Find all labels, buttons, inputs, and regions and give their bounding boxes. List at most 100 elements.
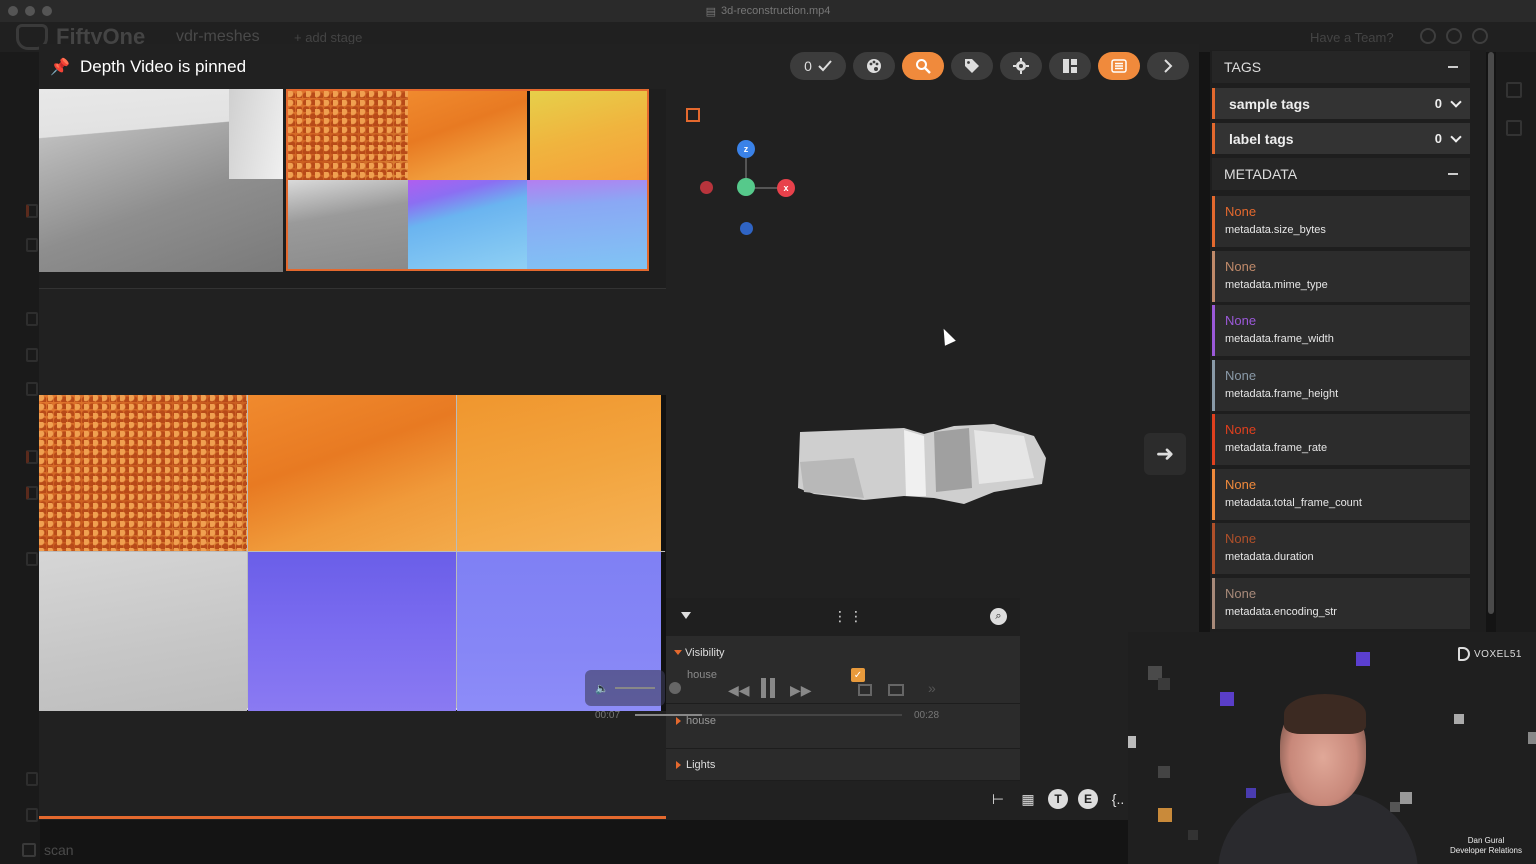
current-time: 00:07 xyxy=(595,710,621,721)
presenter-name-card: Dan Gural Developer Relations xyxy=(1449,836,1523,855)
metadata-value: None xyxy=(1225,422,1257,437)
pause-button[interactable] xyxy=(760,678,776,698)
expand-icon[interactable] xyxy=(676,761,681,769)
depth-video-player[interactable] xyxy=(39,395,667,711)
rgb-frame-thumbnail[interactable] xyxy=(39,89,283,272)
metadata-row[interactable]: None metadata.frame_rate xyxy=(1212,414,1470,465)
file-icon: ▤ xyxy=(705,5,716,18)
json-icon[interactable]: {.. xyxy=(1108,789,1128,809)
palette-icon xyxy=(867,59,881,73)
volume-control[interactable]: 🔈 xyxy=(585,670,681,706)
metadata-key: metadata.frame_width xyxy=(1225,333,1334,345)
visibility-section: Visibility house xyxy=(666,637,1020,704)
voxel51-logo-icon xyxy=(1458,647,1470,661)
presenter-hair xyxy=(1284,694,1366,734)
metadata-key: metadata.size_bytes xyxy=(1225,224,1326,236)
github-icon[interactable] xyxy=(1472,28,1488,44)
house-mesh[interactable] xyxy=(794,418,1048,506)
metadata-row[interactable]: None metadata.frame_height xyxy=(1212,360,1470,411)
chevron-down-icon[interactable] xyxy=(1450,130,1462,143)
slack-icon[interactable] xyxy=(1446,28,1462,44)
hierarchy-icon[interactable]: ⊢ xyxy=(988,789,1008,809)
modal-toolbar: 0 xyxy=(790,52,1189,80)
y-axis-icon[interactable] xyxy=(737,178,755,196)
collapse-icon[interactable] xyxy=(1448,66,1458,68)
add-stage-input[interactable]: + add stage xyxy=(294,30,362,45)
window-controls[interactable] xyxy=(8,6,52,16)
volume-knob[interactable] xyxy=(669,682,681,694)
collapse-icon[interactable] xyxy=(1448,173,1458,175)
search-scene-icon[interactable]: ⌕ xyxy=(990,608,1007,625)
label-tags-row[interactable]: label tags 0 xyxy=(1212,123,1470,154)
depth-smooth-view xyxy=(248,395,456,551)
pip-icon[interactable] xyxy=(888,684,904,696)
next-frame-icon[interactable]: » xyxy=(928,680,936,696)
depth-video-thumbnail[interactable] xyxy=(286,89,649,271)
neg-x-axis-icon[interactable] xyxy=(700,181,713,194)
metadata-value: None xyxy=(1225,586,1257,601)
neg-z-axis-icon[interactable] xyxy=(740,222,753,235)
select-checkbox[interactable] xyxy=(686,108,700,122)
settings-button[interactable] xyxy=(1000,52,1042,80)
sample-tags-row[interactable]: sample tags 0 xyxy=(1212,88,1470,119)
next-sample-button[interactable]: ➜ xyxy=(1144,433,1186,475)
metadata-row[interactable]: None metadata.total_frame_count xyxy=(1212,469,1470,520)
field-row-scan: scan xyxy=(22,838,272,862)
metadata-row[interactable]: None metadata.duration xyxy=(1212,523,1470,574)
layout-button[interactable] xyxy=(1049,52,1091,80)
pin-icon[interactable]: 📌 xyxy=(50,57,70,76)
collapse-icon[interactable] xyxy=(681,612,691,619)
seek-bar[interactable] xyxy=(635,714,902,716)
normal-cell xyxy=(527,180,647,269)
header-icons xyxy=(1420,28,1488,44)
field-checkbox xyxy=(26,238,38,252)
depth-cell xyxy=(527,91,647,180)
expand-icon[interactable] xyxy=(674,650,682,655)
chevron-down-icon[interactable] xyxy=(1450,95,1462,108)
volume-slider[interactable] xyxy=(615,687,655,689)
metadata-value: None xyxy=(1225,313,1257,328)
volume-icon: 🔈 xyxy=(595,683,609,695)
metadata-group-header[interactable]: METADATA xyxy=(1212,158,1470,190)
viewer-bottom-toolbar: ⊢ ▦ T E {.. xyxy=(988,789,1128,809)
theme-icon[interactable] xyxy=(1420,28,1436,44)
metadata-row[interactable]: None metadata.size_bytes xyxy=(1212,196,1470,247)
drag-handle-icon[interactable]: ⋮⋮ xyxy=(833,608,865,625)
have-team-link[interactable]: Have a Team? xyxy=(1310,30,1394,45)
metadata-key: metadata.duration xyxy=(1225,551,1314,563)
depth-cell xyxy=(407,91,528,180)
grid-icon[interactable]: ▦ xyxy=(1018,789,1038,809)
metadata-value: None xyxy=(1225,368,1257,383)
pause-icon xyxy=(761,678,766,698)
metadata-row[interactable]: None metadata.mime_type xyxy=(1212,251,1470,302)
tag-icon xyxy=(965,59,979,73)
screen-icon[interactable] xyxy=(858,684,872,696)
tags-group-header[interactable]: TAGS xyxy=(1212,51,1470,83)
x-axis-icon[interactable]: x xyxy=(777,179,795,197)
metadata-key: metadata.frame_height xyxy=(1225,388,1339,400)
lights-section: Lights xyxy=(666,750,1020,781)
field-checkbox xyxy=(26,486,38,500)
house-visibility-toggle[interactable]: ✓ xyxy=(851,668,865,682)
expand-icon[interactable] xyxy=(676,717,681,725)
metadata-row[interactable]: None metadata.encoding_str xyxy=(1212,578,1470,629)
normal-cell xyxy=(407,180,528,269)
selected-count-button[interactable]: 0 xyxy=(790,52,846,80)
modal-title: Depth Video is pinned xyxy=(80,57,247,76)
fast-forward-icon[interactable]: ▶▶ xyxy=(790,682,812,699)
sidebar-toggle-button[interactable] xyxy=(1098,52,1140,80)
panel-icon xyxy=(1506,82,1522,98)
e-icon[interactable]: E xyxy=(1078,789,1098,809)
tag-button[interactable] xyxy=(951,52,993,80)
search-icon xyxy=(916,59,931,74)
color-scheme-button[interactable] xyxy=(853,52,895,80)
sidebar-scrollbar[interactable] xyxy=(1488,52,1494,614)
metadata-row[interactable]: None metadata.frame_width xyxy=(1212,305,1470,356)
z-axis-icon[interactable]: z xyxy=(737,140,755,158)
field-checkbox xyxy=(26,808,38,822)
t-icon[interactable]: T xyxy=(1048,789,1068,809)
browse-operations-button[interactable] xyxy=(902,52,944,80)
rewind-icon[interactable]: ◀◀ xyxy=(728,682,750,699)
depth-cell xyxy=(288,91,408,180)
close-sidebar-button[interactable] xyxy=(1147,52,1189,80)
